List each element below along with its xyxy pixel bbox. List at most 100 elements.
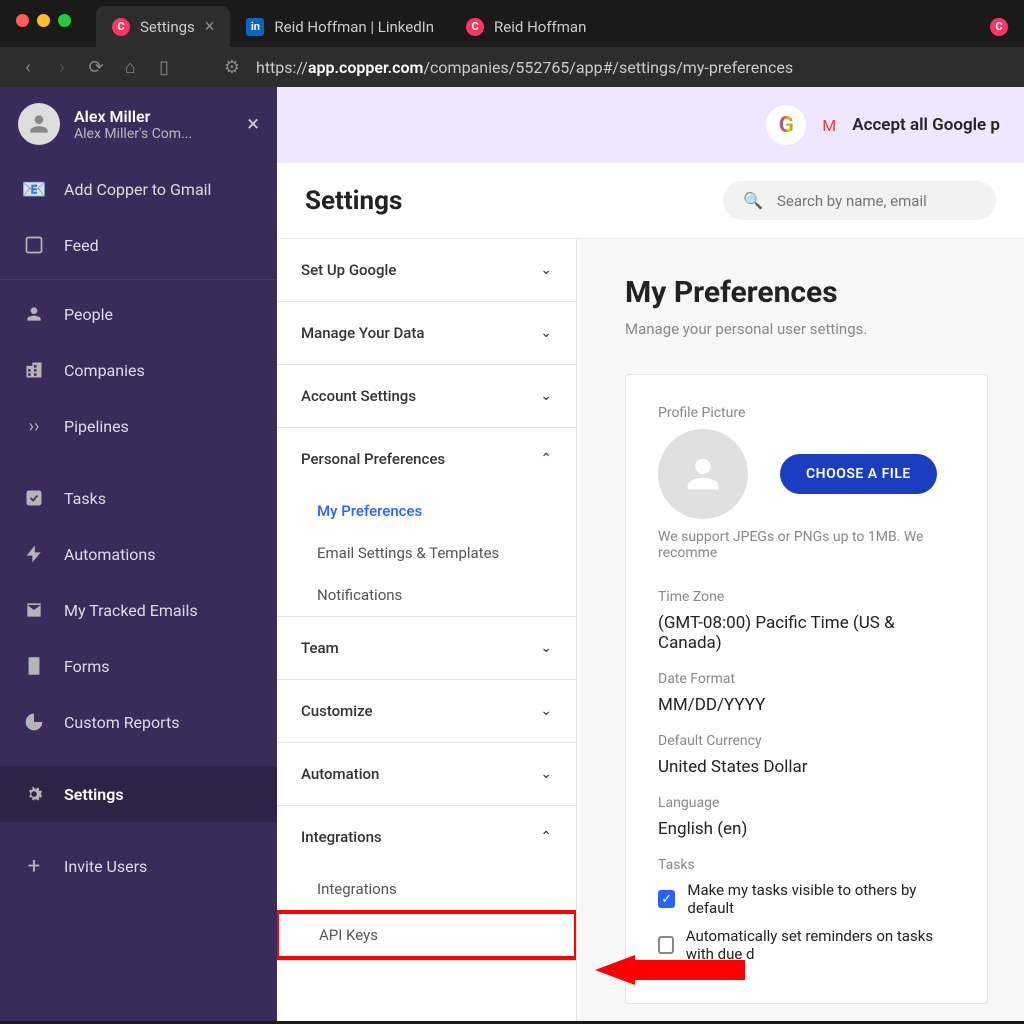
sidebar-item-feed[interactable]: Feed bbox=[0, 217, 277, 273]
content-header: Settings 🔍 bbox=[277, 163, 1024, 239]
sidebar-item-automations[interactable]: Automations bbox=[0, 526, 277, 582]
avatar-icon bbox=[18, 103, 60, 145]
tab-label: Reid Hoffman bbox=[494, 18, 586, 36]
back-icon[interactable]: ‹ bbox=[18, 57, 38, 77]
tasks-label: Tasks bbox=[658, 857, 955, 873]
building-icon bbox=[22, 358, 46, 382]
sidebar-item-settings[interactable]: Settings bbox=[0, 766, 277, 822]
url-display[interactable]: https://app.copper.com/companies/552765/… bbox=[256, 58, 793, 77]
sidebar-item-pipelines[interactable]: ›› Pipelines bbox=[0, 398, 277, 454]
checkbox-unchecked-icon[interactable] bbox=[658, 936, 674, 954]
profile-text: Alex Miller Alex Miller's Com... bbox=[74, 107, 233, 142]
pipeline-icon: ›› bbox=[22, 414, 46, 438]
sidebar-item-label: Automations bbox=[64, 545, 155, 564]
gmail-icon: 📧 bbox=[22, 177, 46, 201]
nav-integrations-sub[interactable]: Integrations bbox=[277, 868, 576, 910]
nav-automation[interactable]: Automation⌄ bbox=[277, 743, 576, 805]
tab-label: Settings bbox=[140, 18, 195, 36]
chevron-down-icon: ⌄ bbox=[540, 262, 552, 278]
task-visibility-row[interactable]: ✓ Make my tasks visible to others by def… bbox=[658, 881, 955, 917]
plus-icon: + bbox=[22, 854, 46, 878]
page-title: Settings bbox=[305, 186, 402, 216]
profile-block[interactable]: Alex Miller Alex Miller's Com... × bbox=[0, 87, 277, 161]
site-settings-icon[interactable]: ⚙ bbox=[222, 57, 242, 77]
chevron-down-icon: ⌄ bbox=[540, 388, 552, 404]
avatar-placeholder-icon bbox=[658, 429, 748, 519]
sidebar-item-label: Invite Users bbox=[64, 857, 147, 876]
bookmark-icon[interactable]: ▯ bbox=[154, 57, 174, 77]
sidebar-item-label: People bbox=[64, 305, 113, 324]
nav-my-preferences[interactable]: My Preferences bbox=[277, 490, 576, 532]
profile-name: Alex Miller bbox=[74, 107, 233, 126]
dateformat-value[interactable]: MM/DD/YYYY bbox=[658, 695, 955, 715]
form-icon bbox=[22, 654, 46, 678]
content-body: Set Up Google⌄ Manage Your Data⌄ Account… bbox=[277, 239, 1024, 1021]
upload-help-text: We support JPEGs or PNGs up to 1MB. We r… bbox=[658, 529, 955, 561]
tab-reid[interactable]: C Reid Hoffman bbox=[450, 6, 602, 47]
forward-icon[interactable]: › bbox=[52, 57, 72, 77]
minimize-window-icon[interactable] bbox=[37, 14, 50, 27]
sidebar-item-gmail[interactable]: 📧 Add Copper to Gmail bbox=[0, 161, 277, 217]
choose-file-button[interactable]: CHOOSE A FILE bbox=[780, 454, 937, 494]
nav-integrations[interactable]: Integrations⌃ bbox=[277, 806, 576, 868]
language-label: Language bbox=[658, 795, 955, 811]
maximize-window-icon[interactable] bbox=[58, 14, 71, 27]
app-root: Alex Miller Alex Miller's Com... × 📧 Add… bbox=[0, 87, 1024, 1021]
tab-bar: C Settings × in Reid Hoffman | LinkedIn … bbox=[0, 0, 1024, 47]
close-icon[interactable]: × bbox=[205, 16, 215, 37]
sidebar-item-companies[interactable]: Companies bbox=[0, 342, 277, 398]
search-input[interactable] bbox=[777, 192, 976, 210]
nav-customize[interactable]: Customize⌄ bbox=[277, 680, 576, 742]
language-value[interactable]: English (en) bbox=[658, 819, 955, 839]
sidebar-item-tracked-emails[interactable]: My Tracked Emails bbox=[0, 582, 277, 638]
nav-email-settings[interactable]: Email Settings & Templates bbox=[277, 532, 576, 574]
preferences-panel: My Preferences Manage your personal user… bbox=[577, 239, 1024, 1021]
sidebar-item-label: Forms bbox=[64, 657, 110, 676]
timezone-value[interactable]: (GMT-08:00) Pacific Time (US & Canada) bbox=[658, 613, 955, 653]
google-banner[interactable]: G M Accept all Google p bbox=[277, 87, 1024, 163]
sidebar-item-label: My Tracked Emails bbox=[64, 601, 198, 620]
chevron-down-icon: ⌄ bbox=[540, 766, 552, 782]
sidebar-item-label: Add Copper to Gmail bbox=[64, 180, 211, 199]
sidebar-item-invite[interactable]: + Invite Users bbox=[0, 838, 277, 894]
gear-icon bbox=[22, 782, 46, 806]
search-box[interactable]: 🔍 bbox=[723, 181, 996, 220]
sidebar-item-label: Settings bbox=[64, 785, 124, 804]
task-reminder-row[interactable]: Automatically set reminders on tasks wit… bbox=[658, 927, 955, 963]
search-icon: 🔍 bbox=[743, 191, 763, 210]
google-icon: G bbox=[766, 105, 806, 145]
chart-icon bbox=[22, 710, 46, 734]
linkedin-icon: in bbox=[246, 18, 264, 36]
prefs-title: My Preferences bbox=[625, 275, 988, 310]
close-icon[interactable]: × bbox=[247, 112, 259, 137]
currency-label: Default Currency bbox=[658, 733, 955, 749]
checkbox-checked-icon[interactable]: ✓ bbox=[658, 890, 675, 908]
chevron-up-icon: ⌃ bbox=[540, 451, 552, 467]
nav-setup-google[interactable]: Set Up Google⌄ bbox=[277, 239, 576, 301]
sidebar-item-people[interactable]: People bbox=[0, 286, 277, 342]
prefs-subtitle: Manage your personal user settings. bbox=[625, 320, 988, 338]
chevron-up-icon: ⌃ bbox=[540, 829, 552, 845]
chevron-down-icon: ⌄ bbox=[540, 640, 552, 656]
tab-linkedin[interactable]: in Reid Hoffman | LinkedIn bbox=[230, 6, 450, 47]
person-icon bbox=[22, 302, 46, 326]
chevron-down-icon: ⌄ bbox=[540, 703, 552, 719]
address-bar: ‹ › ⟳ ⌂ ▯ ⚙ https://app.copper.com/compa… bbox=[0, 47, 1024, 87]
sidebar-item-label: Tasks bbox=[64, 489, 106, 508]
nav-manage-data[interactable]: Manage Your Data⌄ bbox=[277, 302, 576, 364]
nav-api-keys[interactable]: API Keys bbox=[279, 914, 574, 956]
tab-settings[interactable]: C Settings × bbox=[96, 6, 230, 47]
sidebar-item-tasks[interactable]: Tasks bbox=[0, 470, 277, 526]
close-window-icon[interactable] bbox=[16, 14, 29, 27]
sidebar-item-reports[interactable]: Custom Reports bbox=[0, 694, 277, 750]
tab-extra[interactable]: C bbox=[974, 6, 1024, 47]
nav-notifications[interactable]: Notifications bbox=[277, 574, 576, 616]
nav-account-settings[interactable]: Account Settings⌄ bbox=[277, 365, 576, 427]
nav-personal-prefs[interactable]: Personal Preferences⌃ bbox=[277, 428, 576, 490]
home-icon[interactable]: ⌂ bbox=[120, 57, 140, 77]
reload-icon[interactable]: ⟳ bbox=[86, 57, 106, 77]
sidebar-item-label: Companies bbox=[64, 361, 145, 380]
currency-value[interactable]: United States Dollar bbox=[658, 757, 955, 777]
sidebar-item-forms[interactable]: Forms bbox=[0, 638, 277, 694]
nav-team[interactable]: Team⌄ bbox=[277, 617, 576, 679]
